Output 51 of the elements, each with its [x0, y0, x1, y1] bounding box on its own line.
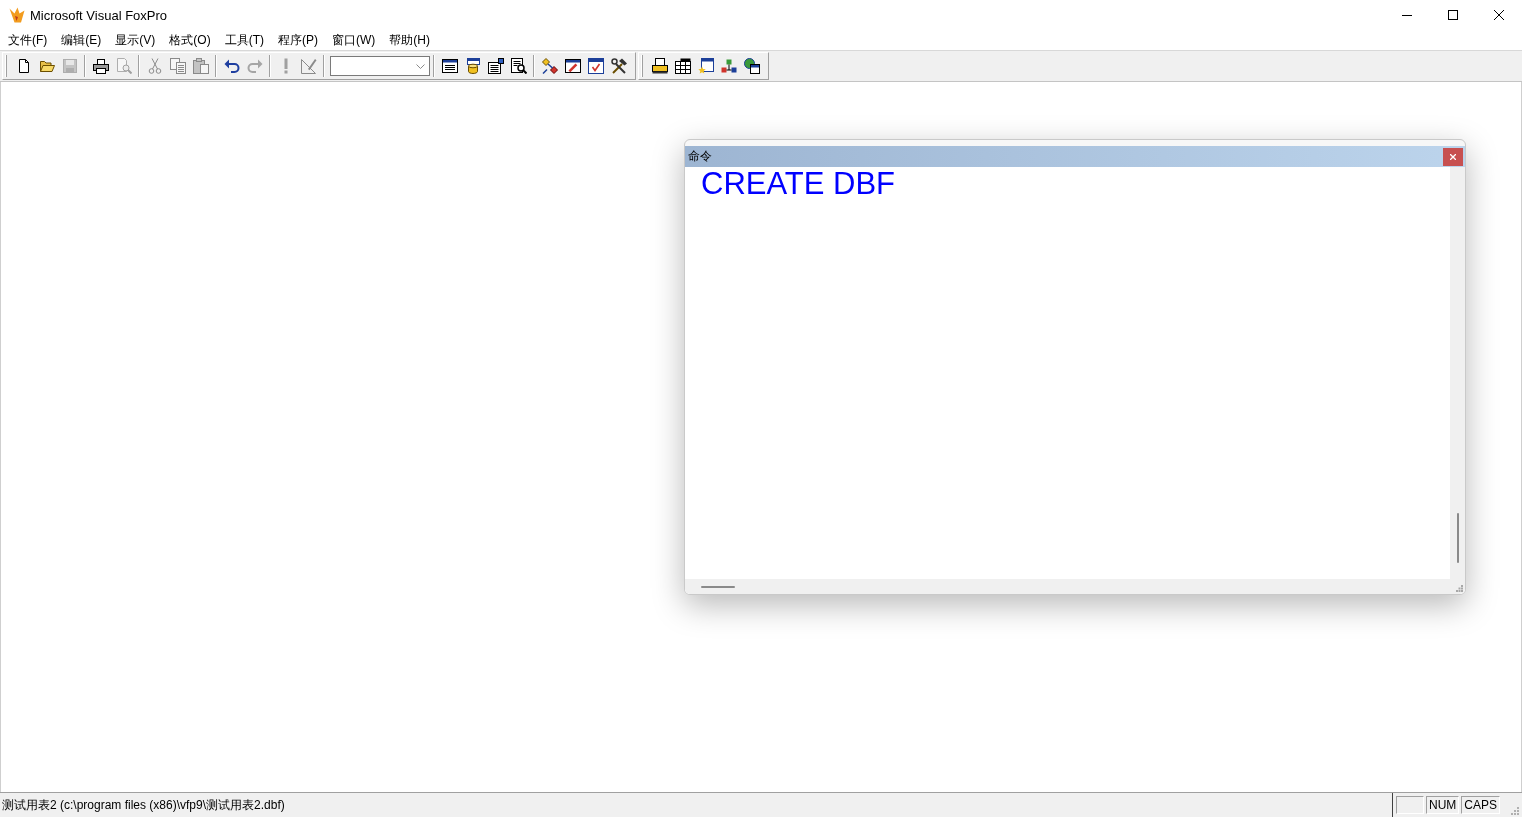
diamond-link-icon [541, 58, 558, 74]
minimize-icon [1402, 14, 1412, 16]
colored-blocks-icon [720, 58, 737, 74]
status-indicator: NUM [1426, 796, 1460, 814]
ruler-pencil-icon [300, 58, 317, 74]
menu-item[interactable]: 格式(O) [162, 31, 218, 49]
undo-icon [223, 58, 240, 74]
menu-item[interactable]: 显示(V) [108, 31, 163, 49]
page-magnifier-icon [115, 58, 132, 74]
window-check-icon [587, 58, 604, 74]
form-pencil-icon [564, 58, 581, 74]
status-panel [1396, 796, 1424, 814]
database-window-icon [464, 58, 481, 74]
status-text: 测试用表2 (c:\program files (x86)\vfp9\测试用表2.dbf) [1, 796, 285, 814]
copy-icon [169, 58, 186, 74]
exclamation-icon [283, 58, 288, 74]
globe-window-icon [743, 58, 760, 74]
resize-grip-icon[interactable] [1456, 585, 1463, 592]
close-icon [1494, 10, 1504, 20]
window-title: Microsoft Visual FoxPro [30, 7, 168, 23]
app-icon [9, 7, 25, 23]
scrollbar-thumb[interactable] [1456, 513, 1459, 563]
menu-item[interactable]: 程序(P) [271, 31, 325, 49]
window-lines-icon [441, 58, 458, 74]
menu-item[interactable]: 文件(F) [1, 31, 55, 49]
hammer-wrench-icon [610, 58, 627, 74]
list-window-icon [487, 58, 504, 74]
menu-item[interactable]: 工具(T) [217, 31, 271, 49]
menu-item[interactable]: 帮助(H) [382, 31, 437, 49]
menu-item[interactable]: 窗口(W) [325, 31, 383, 49]
scrollbar-thumb[interactable] [701, 585, 735, 588]
printer-icon [651, 58, 668, 74]
resize-grip-icon[interactable] [1510, 806, 1519, 815]
combo-box[interactable] [330, 56, 430, 76]
vertical-scrollbar[interactable] [1450, 167, 1465, 579]
close-button[interactable] [1443, 147, 1463, 166]
folder-icon [38, 58, 55, 74]
scissors-icon [146, 58, 163, 74]
page-magnifier-icon [510, 58, 527, 74]
close-icon [1450, 153, 1456, 160]
status-indicator: CAPS [1461, 796, 1500, 814]
maximize-icon [1448, 10, 1458, 20]
command-line: CREATE DBF [701, 167, 897, 201]
horizontal-scrollbar[interactable] [685, 579, 1450, 594]
menu-item[interactable]: 编辑(E) [54, 31, 109, 49]
printer-icon [92, 58, 109, 74]
redo-icon [246, 58, 263, 74]
command-window-title: 命令 [688, 148, 712, 165]
chevron-down-icon [416, 63, 425, 69]
grid-icon [674, 58, 691, 74]
clipboard-icon [192, 58, 209, 74]
